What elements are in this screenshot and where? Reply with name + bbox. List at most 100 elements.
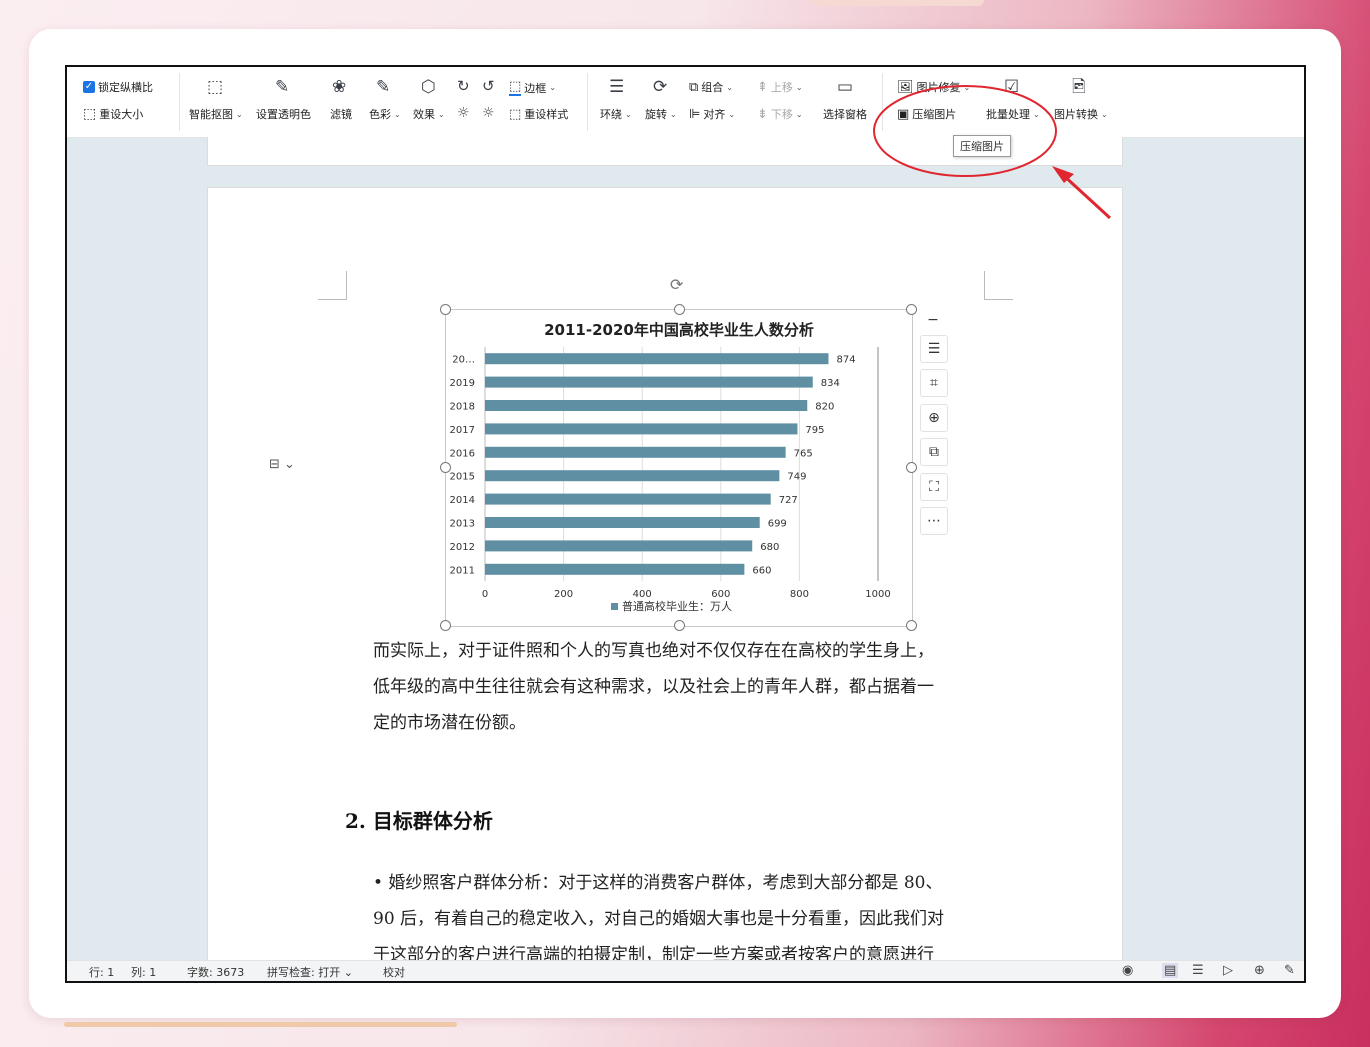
layout-options-icon[interactable]: ⊟ ⌄ [269, 457, 295, 472]
lock-ratio-checkbox[interactable]: ✓ 锁定纵横比 [83, 79, 153, 95]
pen-icon[interactable]: ✎ [1284, 963, 1295, 978]
y-tick-label: 20… [452, 355, 475, 366]
play-icon[interactable]: ▷ [1223, 963, 1233, 978]
y-tick-label: 2013 [450, 519, 475, 530]
bar [485, 540, 753, 552]
data-label: 795 [805, 425, 824, 436]
rotate-button[interactable]: 旋转 ⌄ [645, 106, 677, 122]
y-tick-label: 2018 [450, 402, 475, 413]
color-icon: ✎ [376, 77, 391, 97]
smart-cutout-button[interactable]: 智能抠图 ⌄ [189, 106, 243, 122]
resize-handle[interactable] [440, 620, 451, 631]
image-convert-icon: 🖻 [1072, 77, 1086, 97]
selection-pane-icon: ▭ [837, 77, 854, 97]
rotate-right-icon[interactable]: ↺ [482, 77, 495, 95]
resize-handle[interactable] [440, 304, 451, 315]
move-up-icon: ⇞ [757, 79, 768, 95]
compress-image-button[interactable]: ▣ 压缩图片 [897, 106, 956, 122]
crop-icon[interactable]: ⌗ [920, 369, 948, 397]
resize-handle[interactable] [906, 304, 917, 315]
brightness-up-icon[interactable]: ☼ [482, 104, 495, 122]
color-button[interactable]: 色彩 ⌄ [369, 106, 401, 122]
word-count[interactable]: 字数: 3673 [187, 964, 244, 980]
proof-button[interactable]: 校对 [383, 964, 405, 980]
status-bar: 行: 1 列: 1 字数: 3673 拼写检查: 打开 ⌄ 校对 ◉ ▤ ☰ ▷… [67, 960, 1304, 981]
compress-image-icon: ▣ [897, 106, 910, 122]
reset-size-button[interactable]: ⬚ 重设大小 [83, 106, 143, 122]
zoom-icon[interactable]: ⊕ [920, 404, 948, 432]
move-down-button[interactable]: ⇟ 下移 ⌄ [757, 106, 803, 122]
y-tick-label: 2014 [450, 495, 475, 506]
x-tick-label: 200 [554, 589, 573, 600]
brightness-down-icon[interactable]: ☼ [457, 104, 470, 122]
page-view-icon[interactable]: ▤ [1162, 963, 1179, 978]
smart-cutout-icon: ⬚ [207, 77, 224, 97]
wrap-button[interactable]: 环绕 ⌄ [600, 106, 632, 122]
legend-swatch [611, 603, 618, 610]
outline-view-icon[interactable]: ☰ [1192, 963, 1204, 978]
bar [485, 493, 771, 505]
resize-handle[interactable] [906, 462, 917, 473]
wrap-layout-icon[interactable]: ☰ [920, 335, 948, 363]
col-indicator: 列: 1 [131, 966, 157, 979]
border-button[interactable]: ⬚ 边框 ⌄ [509, 79, 556, 96]
y-tick-label: 2011 [450, 565, 475, 576]
resize-handle[interactable] [906, 620, 917, 631]
resize-handle[interactable] [440, 462, 451, 473]
paragraph-line: 90 后，有着自己的稳定收入，对自己的婚姻大事也是十分看重，因此我们对 [373, 909, 945, 929]
bar [485, 470, 780, 482]
image-repair-button[interactable]: 🖼 图片修复 ⌄ [897, 79, 970, 95]
bar [485, 517, 760, 528]
image-convert-button[interactable]: 图片转换 ⌄ [1054, 106, 1108, 122]
spell-check-toggle[interactable]: 拼写检查: 打开 ⌄ [267, 964, 353, 980]
reset-style-button[interactable]: ⬚ 重设样式 [509, 106, 568, 122]
set-transparent-button[interactable]: 设置透明色 [256, 106, 311, 122]
x-tick-label: 600 [711, 589, 730, 600]
extract-text-icon[interactable]: ⛶ [920, 473, 948, 501]
x-tick-label: 400 [633, 589, 652, 600]
paragraph-line: 定的市场潜在份额。 [373, 713, 526, 733]
effect-button[interactable]: 效果 ⌄ [413, 106, 445, 122]
data-label: 834 [821, 378, 840, 389]
web-view-icon[interactable]: ⊕ [1254, 963, 1265, 978]
rotate-handle-icon[interactable]: ⟳ [670, 275, 683, 294]
group-button[interactable]: ⧉ 组合 ⌄ [689, 79, 733, 95]
border-icon: ⬚ [509, 79, 522, 96]
set-transparent-icon: ✎ [275, 77, 290, 97]
reset-style-icon: ⬚ [509, 106, 522, 122]
more-icon[interactable]: ⋯ [920, 507, 948, 535]
y-tick-label: 2019 [450, 378, 475, 389]
bottom-decoration [64, 1022, 457, 1027]
bar [485, 376, 813, 388]
resize-handle[interactable] [674, 304, 685, 315]
data-label: 727 [779, 495, 798, 506]
data-label: 699 [768, 519, 787, 530]
chart-image[interactable]: 2011-2020年中国高校毕业生人数分析 0 200 400 600 800 1000 20… [445, 309, 913, 627]
move-up-button[interactable]: ⇞ 上移 ⌄ [757, 79, 803, 95]
paragraph-line: • 婚纱照客户群体分析：对于这样的消费客户群体，考虑到大部分都是 80、 [373, 873, 943, 893]
x-tick-label: 800 [790, 589, 809, 600]
rotate-left-icon[interactable]: ↻ [457, 77, 470, 95]
y-tick-label: 2012 [450, 542, 475, 553]
align-icon: ⊫ [689, 106, 701, 122]
wrap-icon: ☰ [609, 77, 625, 97]
chart-title: 2011-2020年中国高校毕业生人数分析 [544, 321, 814, 339]
y-tick-label: 2016 [450, 448, 475, 459]
resize-handle[interactable] [674, 620, 685, 631]
top-decoration [812, 0, 984, 6]
filter-icon: ❀ [332, 77, 347, 97]
image-repair-icon: 🖼 [897, 79, 914, 95]
selection-pane-button[interactable]: 选择窗格 [823, 106, 867, 122]
eye-icon[interactable]: ◉ [1122, 963, 1133, 978]
collapse-icon[interactable]: − [920, 307, 946, 333]
bar [485, 563, 745, 575]
row-indicator: 行: 1 [89, 966, 115, 979]
checkbox-checked-icon: ✓ [83, 81, 95, 93]
compress-image-tooltip: 压缩图片 [953, 135, 1011, 157]
align-button[interactable]: ⊫ 对齐 ⌄ [689, 106, 735, 122]
x-tick-label: 1000 [865, 589, 890, 600]
section-heading: 2. 目标群体分析 [345, 809, 493, 833]
batch-process-button[interactable]: 批量处理 ⌄ [986, 106, 1040, 122]
filter-button[interactable]: 滤镜 [330, 106, 352, 122]
replace-image-icon[interactable]: ⧉ [920, 438, 948, 466]
